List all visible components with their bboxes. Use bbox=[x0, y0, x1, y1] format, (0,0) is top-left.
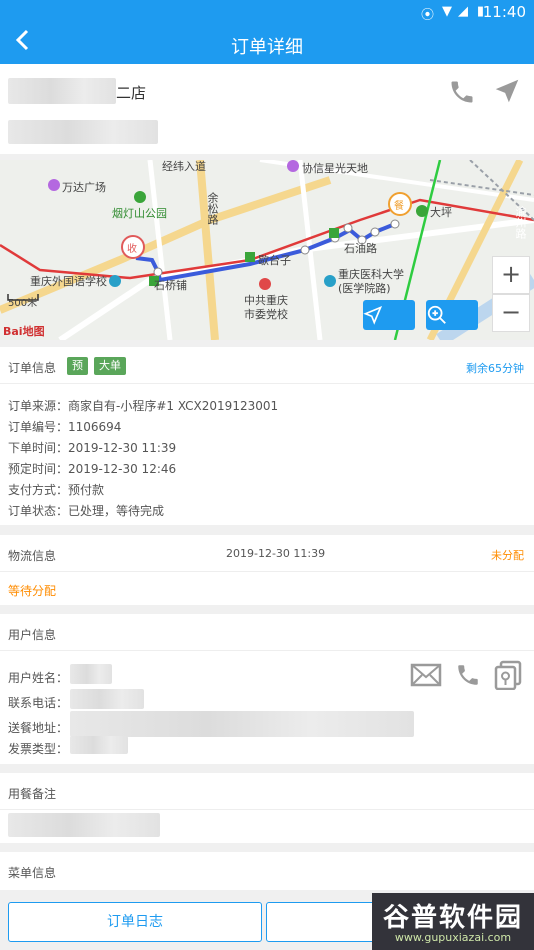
order-scheduled-time: 预定时间：2019-12-30 12:46 bbox=[8, 462, 177, 476]
tag-preorder: 预 bbox=[67, 357, 88, 375]
remark-label: 用餐备注 bbox=[8, 787, 57, 801]
map-pin-copy-icon bbox=[494, 660, 522, 691]
map-scale: 500米 bbox=[8, 298, 38, 309]
map-label-xiecheng: 协信星光天地 bbox=[302, 162, 368, 175]
signal-icon: ◢ bbox=[458, 4, 468, 19]
user-address-label: 送餐地址： bbox=[8, 721, 69, 735]
payment-method: 支付方式：预付款 bbox=[8, 483, 105, 497]
order-log-button[interactable]: 订单日志 bbox=[8, 902, 262, 942]
site-watermark: 谷普软件园 www.gupuxiazai.com bbox=[372, 893, 534, 950]
status-time: 11:40 bbox=[482, 3, 526, 21]
map-label-yusong: 余松路 bbox=[206, 192, 219, 225]
remaining-time: 剩余65分钟 bbox=[466, 362, 524, 375]
order-info-header: 订单信息 预 大单 剩余65分钟 bbox=[0, 347, 534, 384]
zoom-in-button[interactable]: + bbox=[492, 256, 530, 294]
user-info-header: 用户信息 bbox=[0, 614, 534, 651]
order-info-card: 订单信息 预 大单 剩余65分钟 订单来源：商家自有-小程序#1 XCX2019… bbox=[0, 347, 534, 525]
order-status: 订单状态：已处理，等待完成 bbox=[8, 504, 165, 518]
logistics-detail: 等待分配 bbox=[8, 584, 57, 598]
map-label-dangxiao: 中共重庆 市委党校 bbox=[244, 294, 288, 321]
page-title: 订单详细 bbox=[231, 37, 303, 58]
user-location-button[interactable] bbox=[494, 660, 522, 694]
logistics-status: 未分配 bbox=[491, 549, 524, 562]
phone-icon bbox=[458, 665, 478, 685]
app-bar: 订单详细 bbox=[0, 24, 534, 64]
user-name-redacted bbox=[70, 664, 112, 684]
call-store-button[interactable] bbox=[448, 78, 476, 110]
watermark-url: www.gupuxiazai.com bbox=[394, 931, 512, 944]
navigation-arrow-icon bbox=[495, 79, 519, 103]
map-zoom-search-button[interactable] bbox=[426, 300, 478, 330]
remark-header: 用餐备注 bbox=[0, 773, 534, 810]
remark-redacted bbox=[8, 813, 160, 837]
order-placed-time: 下单时间：2019-12-30 11:39 bbox=[8, 441, 177, 455]
order-info-label: 订单信息 bbox=[8, 361, 57, 375]
status-bar: ⦿ ▼ ◢ ▮ 11:40 bbox=[0, 0, 534, 24]
invoice-type-label: 发票类型： bbox=[8, 742, 69, 756]
map-label-waiyu: 重庆外国语学校 bbox=[30, 275, 107, 288]
order-number: 订单编号：1106694 bbox=[8, 420, 122, 434]
logistics-time: 2019-12-30 11:39 bbox=[226, 547, 326, 560]
logistics-header: 物流信息 2019-12-30 11:39 未分配 bbox=[0, 535, 534, 572]
map-label-shiqiaopu: 石桥铺 bbox=[154, 279, 187, 292]
menu-info-card: 菜单信息 bbox=[0, 852, 534, 890]
user-phone-redacted bbox=[70, 689, 144, 709]
location-icon: ⦿ bbox=[420, 8, 434, 23]
invoice-type-redacted bbox=[70, 736, 128, 754]
map-label-yuzhou: 渝州路 bbox=[514, 206, 527, 239]
wifi-icon: ▼ bbox=[442, 4, 452, 19]
map-label-dayang: 大坪 bbox=[430, 206, 452, 219]
navigate-button[interactable] bbox=[492, 76, 522, 110]
order-source: 订单来源：商家自有-小程序#1 XCX2019123001 bbox=[8, 399, 279, 413]
zoom-in-magnifier-icon bbox=[427, 305, 446, 324]
menu-info-label: 菜单信息 bbox=[8, 866, 57, 880]
map-label-yike: 重庆医科大学 (医学院路) bbox=[338, 268, 404, 295]
map-start-marker: 收 bbox=[127, 244, 137, 255]
minus-icon: − bbox=[500, 298, 522, 326]
call-user-button[interactable] bbox=[455, 662, 481, 692]
mail-icon bbox=[410, 663, 442, 687]
watermark-brand: 谷普软件园 bbox=[382, 903, 523, 933]
remark-card: 用餐备注 bbox=[0, 773, 534, 843]
store-address-redacted bbox=[8, 120, 158, 144]
user-name-label: 用户姓名： bbox=[8, 671, 69, 685]
tag-big-order: 大单 bbox=[94, 357, 126, 375]
plus-icon: + bbox=[500, 260, 522, 288]
delivery-map[interactable]: 经纬入道 协信星光天地 万达广场 烟灯山公园 余松路 大坪 石油路 石桥铺 歇台… bbox=[0, 160, 534, 340]
map-label-yandeng: 烟灯山公园 bbox=[112, 207, 167, 220]
navigation-arrow-icon bbox=[363, 305, 383, 325]
user-info-card: 用户信息 用户姓名： 联系电话： 送餐地址： 发票类型： bbox=[0, 614, 534, 764]
user-address-redacted bbox=[70, 711, 414, 737]
store-name-suffix: 二店 bbox=[116, 84, 147, 102]
phone-icon bbox=[451, 81, 473, 103]
store-name-redacted bbox=[8, 78, 116, 104]
user-info-label: 用户信息 bbox=[8, 628, 57, 642]
map-label-wanda: 万达广场 bbox=[62, 181, 106, 194]
zoom-out-button[interactable]: − bbox=[492, 294, 530, 332]
map-label-shiyoulu: 石油路 bbox=[344, 242, 377, 255]
logistics-card: 物流信息 2019-12-30 11:39 未分配 等待分配 bbox=[0, 535, 534, 605]
map-label-jingwei: 经纬入道 bbox=[162, 160, 206, 173]
logistics-label: 物流信息 bbox=[8, 549, 57, 563]
map-logo: Bai地图 bbox=[3, 325, 45, 338]
map-label-xuefu: 歇台子 bbox=[258, 254, 291, 267]
store-info: 二店 bbox=[0, 64, 534, 154]
user-phone-label: 联系电话： bbox=[8, 696, 69, 710]
message-user-button[interactable] bbox=[410, 662, 442, 692]
map-end-marker: 餐 bbox=[394, 201, 404, 212]
map-locate-button[interactable] bbox=[363, 300, 415, 330]
